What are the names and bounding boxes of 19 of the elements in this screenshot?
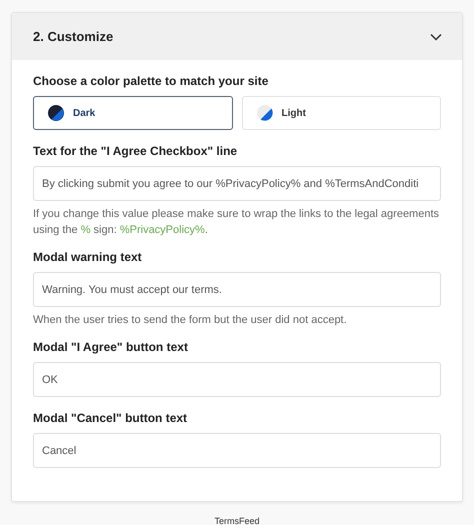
- field-label: Modal warning text: [33, 250, 143, 264]
- palette-option[interactable]: Light: [242, 96, 441, 130]
- text-field[interactable]: Warning. You must accept our terms.: [33, 272, 441, 307]
- field-label: Choose a color palette to match your site: [33, 74, 270, 88]
- dark-palette-icon: [48, 105, 64, 121]
- text-field[interactable]: Cancel: [33, 433, 441, 468]
- field-label: Text for the "I Agree Checkbox" line: [33, 144, 238, 158]
- help-text: If you change this value please make sure to wrap the links to the legal agreements using the % sign: %PrivacyPolicy%.: [33, 207, 440, 238]
- text-field[interactable]: By clicking submit you agree to our %PrivacyPolicy% and %TermsAndConditi: [33, 166, 441, 201]
- help-text: When the user tries to send the form but the user did not accept.: [33, 313, 348, 328]
- field-label: Modal "Cancel" button text: [33, 411, 188, 425]
- footer-brand: TermsFeed: [214, 516, 260, 525]
- palette-option[interactable]: Dark: [33, 96, 232, 130]
- text-field[interactable]: OK: [33, 362, 441, 397]
- light-palette-icon: [256, 105, 272, 121]
- section-title: 2. Customize: [33, 29, 114, 44]
- field-label: Modal "I Agree" button text: [33, 340, 189, 354]
- chevron-icon[interactable]: [430, 32, 442, 40]
- section-header[interactable]: 2. Customize: [12, 13, 462, 60]
